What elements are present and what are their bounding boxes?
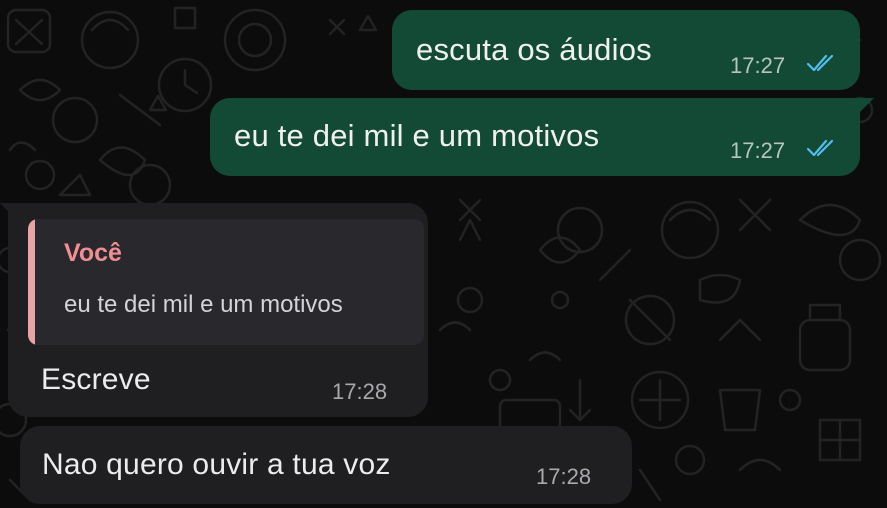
double-check-read-icon — [806, 54, 834, 72]
message-time: 17:28 — [332, 379, 388, 404]
message-time: 17:28 — [536, 464, 592, 489]
message-text: Escreve — [41, 363, 151, 396]
quoted-reply[interactable]: Você eu te dei mil e um motivos — [28, 219, 424, 345]
bubble-tail — [852, 98, 874, 120]
message-time: 17:27 — [730, 53, 786, 78]
incoming-message[interactable]: Você eu te dei mil e um motivos Escreve … — [8, 203, 428, 417]
message-text: escuta os áudios — [416, 32, 652, 67]
message-text: Nao quero ouvir a tua voz — [42, 448, 391, 481]
incoming-message[interactable]: Nao quero ouvir a tua voz 17:28 — [20, 426, 632, 504]
double-check-read-icon — [806, 139, 834, 157]
message-time: 17:27 — [730, 138, 786, 163]
message-text: eu te dei mil e um motivos — [234, 118, 600, 153]
quote-accent-bar — [28, 219, 35, 345]
bubble-tail — [0, 203, 22, 225]
outgoing-message[interactable]: eu te dei mil e um motivos 17:27 — [210, 98, 860, 176]
quote-text: eu te dei mil e um motivos — [64, 291, 343, 318]
outgoing-message[interactable]: escuta os áudios 17:27 — [392, 10, 860, 90]
quote-author: Você — [64, 239, 122, 267]
